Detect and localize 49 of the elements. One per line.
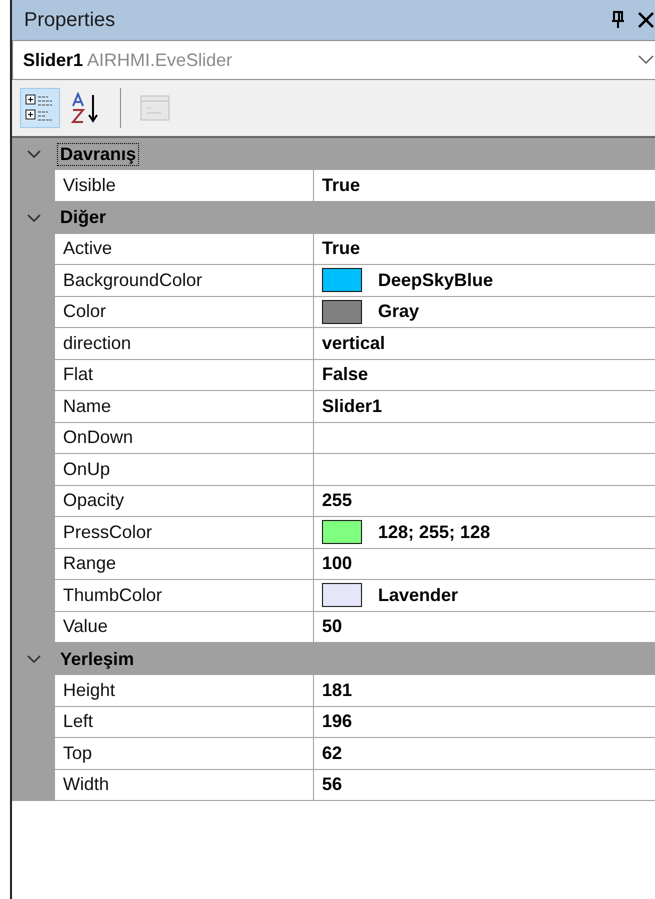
property-name[interactable]: Top: [55, 738, 314, 768]
property-value[interactable]: vertical: [322, 332, 386, 354]
pin-icon[interactable]: [611, 11, 625, 29]
property-value[interactable]: 196: [322, 711, 352, 732]
category-header[interactable]: Diğer: [12, 202, 655, 234]
property-name[interactable]: Width: [55, 770, 314, 800]
property-name[interactable]: Value: [55, 612, 314, 642]
property-value[interactable]: 181: [322, 680, 352, 701]
property-value[interactable]: DeepSkyBlue: [378, 270, 494, 291]
categorized-button[interactable]: [20, 88, 60, 128]
property-name[interactable]: PressColor: [55, 517, 314, 548]
property-name[interactable]: Height: [55, 675, 314, 706]
property-name[interactable]: Flat: [55, 360, 314, 390]
property-name[interactable]: Visible: [55, 170, 314, 200]
property-value[interactable]: True: [322, 238, 360, 260]
property-value[interactable]: 255: [322, 490, 352, 512]
category-name: Yerleşim: [59, 648, 136, 670]
chevron-down-icon[interactable]: [26, 149, 42, 159]
property-name[interactable]: ThumbColor: [55, 580, 314, 610]
panel-title: Properties: [24, 8, 116, 32]
object-selector[interactable]: Slider1 AIRHMI.EveSlider: [12, 40, 655, 80]
property-value[interactable]: False: [322, 364, 368, 386]
category-header[interactable]: Davranış: [12, 138, 655, 170]
property-value[interactable]: 62: [322, 742, 342, 764]
property-name[interactable]: Opacity: [55, 486, 314, 516]
category-name: Diğer: [59, 207, 108, 228]
category-header[interactable]: Yerleşim: [12, 643, 655, 675]
property-value[interactable]: Slider1: [322, 396, 382, 417]
property-name[interactable]: Color: [55, 296, 314, 327]
property-name[interactable]: OnDown: [55, 422, 314, 453]
property-name[interactable]: Range: [55, 548, 314, 579]
chevron-down-icon[interactable]: [26, 654, 42, 664]
chevron-down-icon: [638, 55, 654, 65]
property-name[interactable]: OnUp: [55, 454, 314, 484]
chevron-down-icon[interactable]: [26, 212, 42, 222]
property-value[interactable]: 100: [322, 553, 352, 574]
property-value[interactable]: 56: [322, 774, 342, 796]
property-name[interactable]: Name: [55, 391, 314, 422]
close-icon[interactable]: [637, 11, 655, 29]
property-name[interactable]: direction: [55, 328, 314, 358]
property-value[interactable]: Lavender: [378, 584, 458, 606]
property-value[interactable]: 50: [322, 616, 342, 638]
property-value[interactable]: Gray: [378, 301, 420, 322]
property-name[interactable]: Active: [55, 234, 314, 264]
property-name[interactable]: BackgroundColor: [55, 265, 314, 296]
property-value[interactable]: True: [322, 174, 360, 196]
property-name[interactable]: Left: [55, 706, 314, 737]
property-value[interactable]: 128; 255; 128: [378, 522, 490, 543]
category-name: Davranış: [58, 144, 138, 164]
